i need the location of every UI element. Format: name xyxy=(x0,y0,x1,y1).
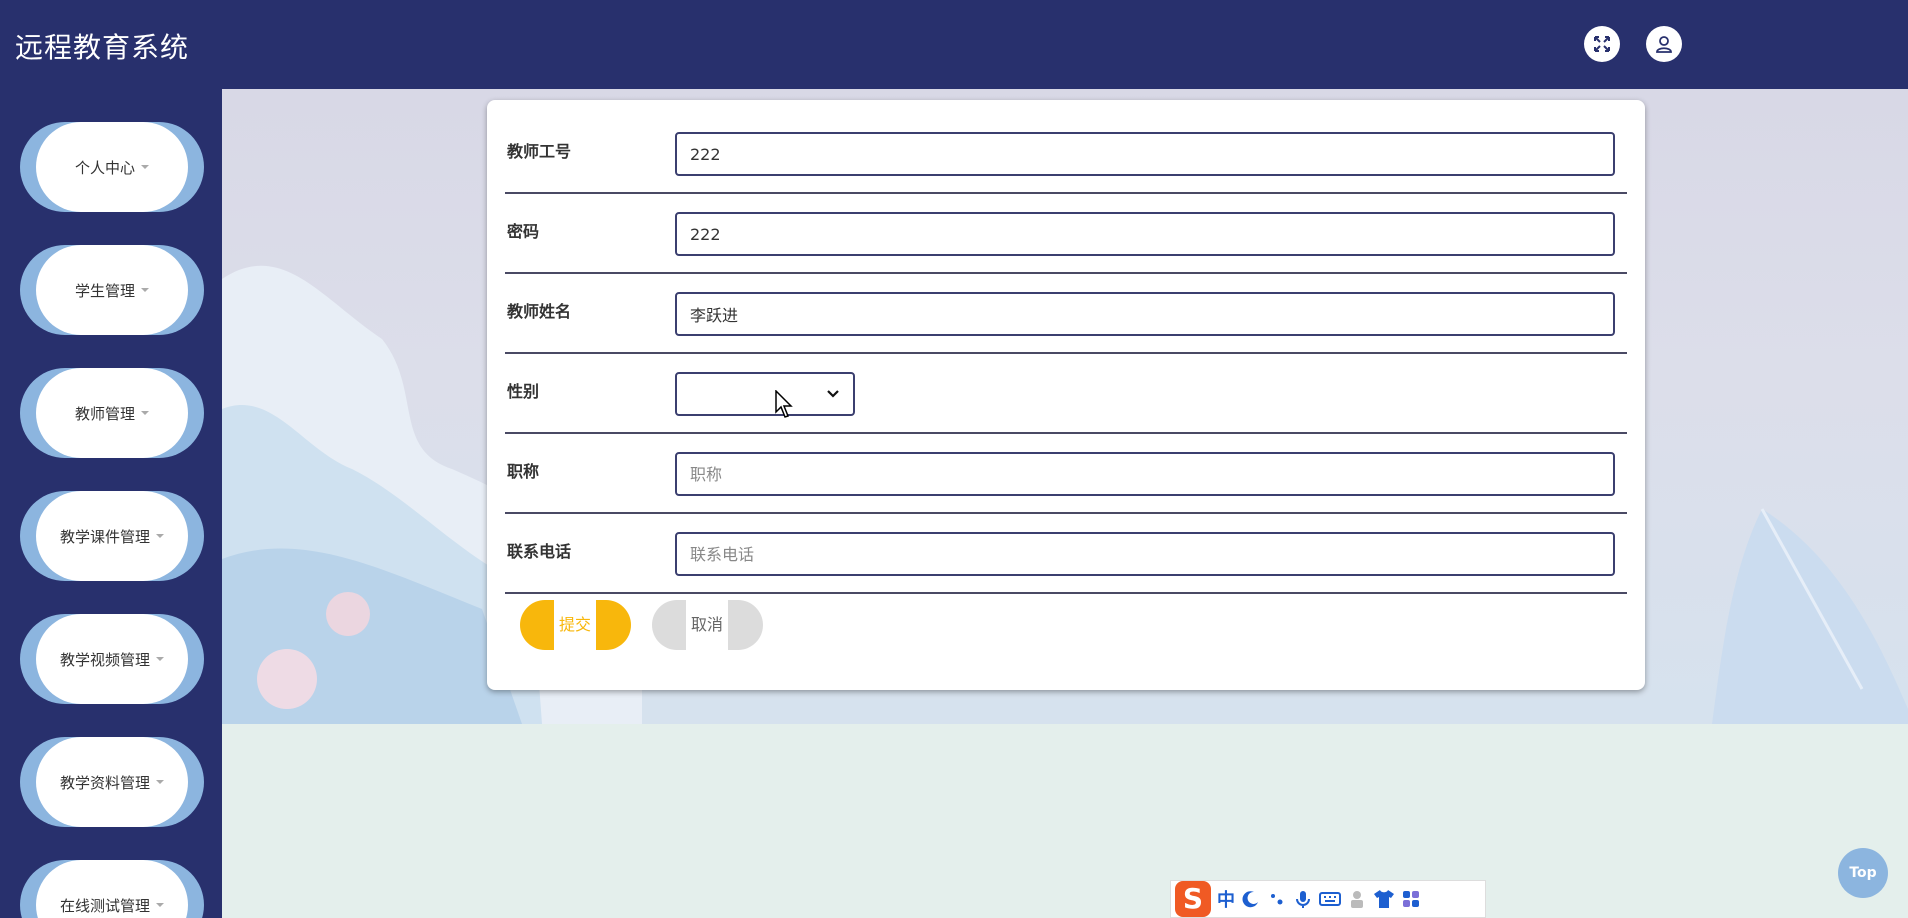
submit-button[interactable]: 提交 xyxy=(520,600,631,650)
shirt-icon[interactable] xyxy=(1373,889,1395,909)
sidebar-item-label: 在线测试管理 xyxy=(59,896,150,915)
sogou-logo[interactable]: S xyxy=(1175,881,1211,917)
ime-toolbar: S 中 xyxy=(1170,880,1486,918)
sidebar-item-label: 教学视频管理 xyxy=(59,650,150,669)
field-label: 性别 xyxy=(507,382,540,401)
apps-icon[interactable] xyxy=(1401,889,1421,909)
form-row-phone: 联系电话 xyxy=(505,512,1627,594)
sidebar: 个人中心 学生管理 教师管理 教学课件管理 教学视频管理 教学资料管理 在线测试… xyxy=(0,89,222,918)
app-title: 远程教育系统 xyxy=(15,31,190,64)
user-button[interactable] xyxy=(1646,26,1682,62)
sidebar-item-label: 学生管理 xyxy=(74,281,135,300)
caret-down-icon xyxy=(156,657,164,661)
form-row-password: 密码 xyxy=(505,192,1627,274)
password-input[interactable] xyxy=(675,212,1615,256)
sidebar-item-label: 教学资料管理 xyxy=(59,773,150,792)
form-row-title: 职称 xyxy=(505,432,1627,514)
phone-input[interactable] xyxy=(675,532,1615,576)
form-row-teacher-name: 教师姓名 xyxy=(505,272,1627,354)
field-label: 联系电话 xyxy=(507,542,572,561)
cancel-button[interactable]: 取消 xyxy=(652,600,763,650)
form-row-gender: 性别 xyxy=(505,352,1627,434)
sidebar-item-students[interactable]: 学生管理 xyxy=(20,245,204,335)
sidebar-item-label: 教学课件管理 xyxy=(59,527,150,546)
microphone-icon[interactable] xyxy=(1293,889,1313,909)
caret-down-icon xyxy=(156,534,164,538)
fullscreen-icon xyxy=(1594,36,1610,52)
user-icon xyxy=(1656,36,1672,53)
fullscreen-button[interactable] xyxy=(1584,26,1620,62)
top-header: 远程教育系统 xyxy=(0,0,1908,89)
punctuation-icon[interactable] xyxy=(1267,889,1287,909)
field-label: 教师工号 xyxy=(507,142,572,161)
moon-icon[interactable] xyxy=(1241,889,1261,909)
gender-select[interactable] xyxy=(675,372,855,416)
teacher-id-input[interactable] xyxy=(675,132,1615,176)
sidebar-item-personal-center[interactable]: 个人中心 xyxy=(20,122,204,212)
sidebar-item-teachers[interactable]: 教师管理 xyxy=(20,368,204,458)
caret-down-icon xyxy=(141,165,149,169)
caret-down-icon xyxy=(141,288,149,292)
teacher-form-card: 教师工号 密码 教师姓名 性别 职称 联系电话 提交 取消 xyxy=(487,100,1645,690)
sidebar-item-label: 个人中心 xyxy=(74,158,135,177)
back-to-top-button[interactable]: Top xyxy=(1838,848,1888,898)
chevron-down-icon xyxy=(827,390,839,398)
teacher-name-input[interactable] xyxy=(675,292,1615,336)
field-label: 密码 xyxy=(507,222,540,241)
sidebar-item-courseware[interactable]: 教学课件管理 xyxy=(20,491,204,581)
person-icon[interactable] xyxy=(1347,889,1367,909)
caret-down-icon xyxy=(141,411,149,415)
sidebar-item-label: 教师管理 xyxy=(74,404,135,423)
keyboard-icon[interactable] xyxy=(1319,889,1341,909)
cancel-label: 取消 xyxy=(686,600,728,650)
ime-mode-label[interactable]: 中 xyxy=(1217,886,1235,912)
field-label: 职称 xyxy=(507,462,540,481)
caret-down-icon xyxy=(156,903,164,907)
form-row-teacher-id: 教师工号 xyxy=(505,112,1627,194)
caret-down-icon xyxy=(156,780,164,784)
sidebar-item-materials[interactable]: 教学资料管理 xyxy=(20,737,204,827)
field-label: 教师姓名 xyxy=(507,302,572,321)
sidebar-item-videos[interactable]: 教学视频管理 xyxy=(20,614,204,704)
title-input[interactable] xyxy=(675,452,1615,496)
sidebar-item-online-tests[interactable]: 在线测试管理 xyxy=(20,860,204,918)
mouse-cursor-icon xyxy=(775,390,793,418)
submit-label: 提交 xyxy=(554,600,596,650)
